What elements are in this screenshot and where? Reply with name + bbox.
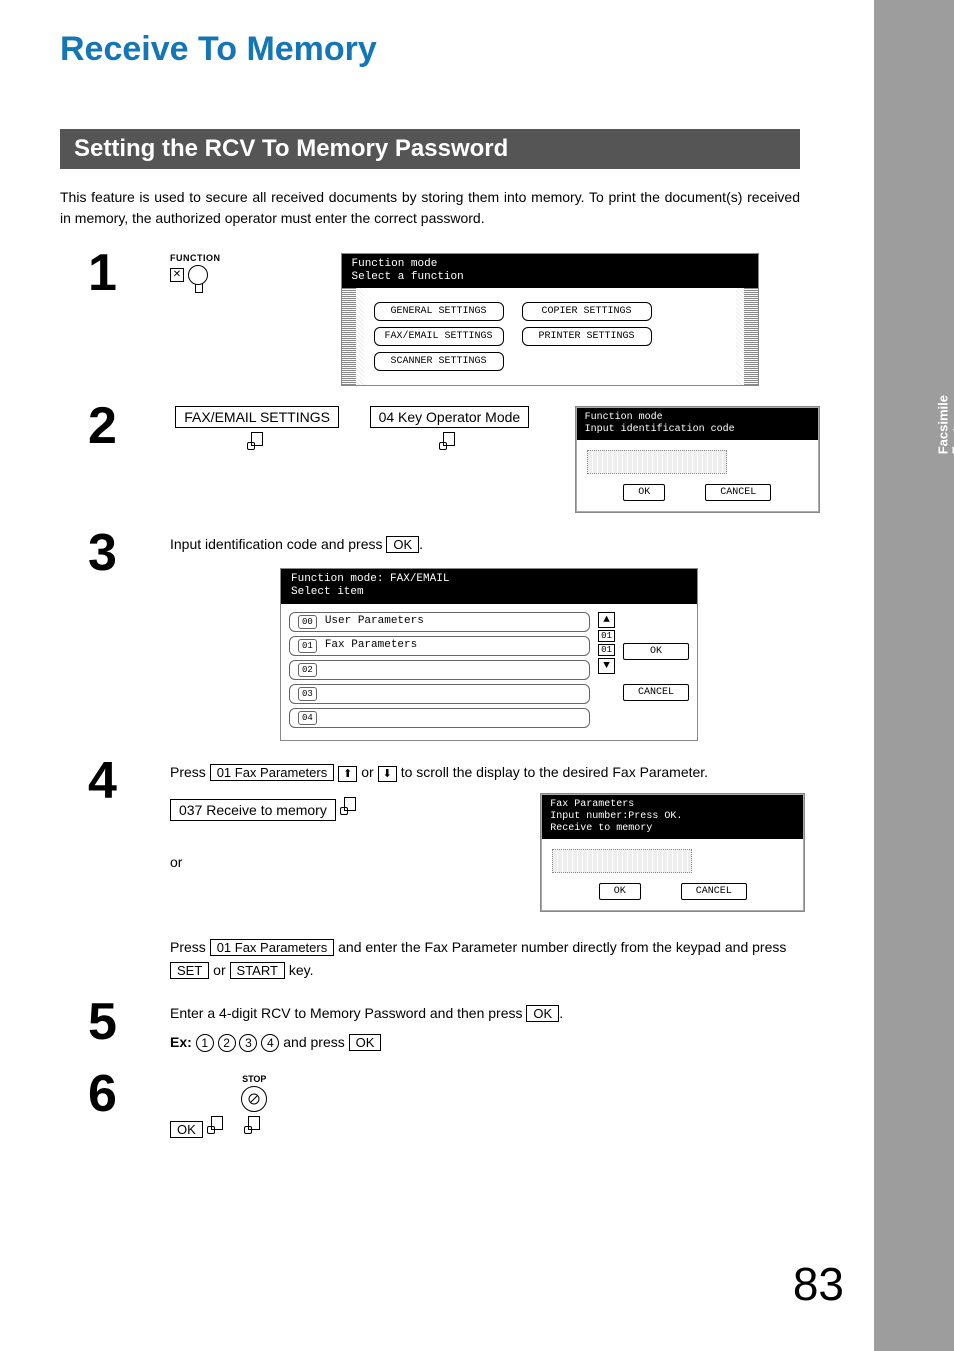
step5-and-press: and press (283, 1034, 348, 1050)
key-operator-mode-softkey[interactable]: 04 Key Operator Mode (370, 406, 530, 428)
scanner-settings-button[interactable]: SCANNER SETTINGS (374, 352, 504, 371)
step5-dot: . (559, 1005, 563, 1021)
set-inline: SET (170, 962, 209, 979)
ok-key[interactable]: OK (170, 1121, 203, 1138)
step-number-4: 4 (88, 751, 117, 811)
step3-text-after: . (419, 536, 423, 552)
step4-key-txt: key. (285, 962, 314, 978)
up-arrow-icon: ⬆ (338, 766, 357, 782)
step3-text-before: Input identification code and press (170, 536, 386, 552)
item-label: User Parameters (325, 615, 424, 629)
dlg2-title2: Input identification code (585, 424, 810, 436)
lcd-screen-3: Function mode: FAX/EMAIL Select item 00 U… (280, 568, 698, 740)
ex-label: Ex: (170, 1034, 192, 1050)
function-key-label: FUNCTION (170, 253, 221, 263)
receive-to-memory-softkey[interactable]: 037 Receive to memory (170, 799, 336, 821)
cancel-button[interactable]: CANCEL (705, 484, 771, 501)
down-arrow-icon: ⬇ (378, 766, 397, 782)
lcd-screen-1: Function mode Select a function GENERAL … (341, 253, 759, 386)
ok-button[interactable]: OK (623, 484, 665, 501)
digit-1: 1 (196, 1034, 214, 1052)
lcd3-title1: Function mode: FAX/EMAIL (291, 573, 687, 586)
item-num: 00 (298, 615, 317, 629)
lcd3-title2: Select item (291, 586, 687, 599)
item-num: 04 (298, 711, 317, 725)
start-inline: START (230, 962, 285, 979)
ok-inline2: OK (349, 1034, 382, 1051)
step4-or-sep: or (361, 764, 377, 780)
step4-or2: or (209, 962, 229, 978)
step5-line: Enter a 4-digit RCV to Memory Password a… (170, 1005, 526, 1021)
item-num: 02 (298, 663, 317, 677)
stop-label: STOP (241, 1074, 267, 1084)
digit-2: 2 (218, 1034, 236, 1052)
fax-email-settings-button[interactable]: FAX/EMAIL SETTINGS (374, 327, 504, 346)
item-num: 01 (298, 639, 317, 653)
cancel-button[interactable]: CANCEL (623, 684, 689, 701)
dlg4-title2: Input number:Press OK. (550, 811, 795, 823)
step-number-5: 5 (88, 992, 117, 1052)
id-code-input[interactable] (587, 450, 727, 474)
digit-4: 4 (261, 1034, 279, 1052)
fax-params-inline2: 01 Fax Parameters (210, 939, 335, 956)
step-number-3: 3 (88, 523, 117, 583)
general-settings-button[interactable]: GENERAL SETTINGS (374, 302, 504, 321)
scroll-up-button[interactable]: ▲ (598, 612, 615, 628)
digit-3: 3 (239, 1034, 257, 1052)
step4-alt-press: Press (170, 939, 210, 955)
ok-inline-box: OK (386, 536, 419, 553)
lcd-right-pattern (744, 288, 758, 385)
list-item[interactable]: 03 (289, 684, 590, 704)
step-number-2: 2 (88, 396, 117, 456)
tap-icon (244, 1116, 264, 1134)
item-label: Fax Parameters (325, 639, 417, 653)
step4-or: or (170, 851, 360, 873)
tap-icon (247, 432, 267, 450)
tap-icon (207, 1116, 227, 1134)
dlg4-title3: Receive to memory (550, 823, 795, 835)
ok-button[interactable]: OK (623, 643, 689, 660)
lcd1-title2: Select a function (352, 271, 748, 284)
list-item[interactable]: 01 Fax Parameters (289, 636, 590, 656)
dlg4-title1: Fax Parameters (550, 799, 795, 811)
page-title: Receive To Memory (60, 30, 820, 69)
scroll-down-button[interactable]: ▼ (598, 658, 615, 674)
step-number-1: 1 (88, 243, 117, 303)
ok-button[interactable]: OK (599, 883, 641, 900)
fax-params-dialog: Fax Parameters Input number:Press OK. Re… (540, 793, 805, 912)
dlg2-title1: Function mode (585, 412, 810, 424)
stop-icon (248, 1093, 260, 1105)
intro-text: This feature is used to secure all recei… (60, 187, 800, 229)
scroll-pos-top: 01 (598, 630, 615, 642)
list-item[interactable]: 04 (289, 708, 590, 728)
section-header: Setting the RCV To Memory Password (60, 129, 800, 169)
stop-key[interactable] (241, 1086, 267, 1112)
cancel-button[interactable]: CANCEL (681, 883, 747, 900)
lcd1-title1: Function mode (352, 258, 748, 271)
function-key[interactable]: FUNCTION ✕ (170, 253, 221, 285)
fax-number-input[interactable] (552, 849, 692, 873)
list-item[interactable]: 00 User Parameters (289, 612, 590, 632)
step4-press: Press (170, 764, 210, 780)
copier-settings-button[interactable]: COPIER SETTINGS (522, 302, 652, 321)
step4-scroll-text: to scroll the display to the desired Fax… (401, 764, 708, 780)
fax-email-settings-softkey[interactable]: FAX/EMAIL SETTINGS (175, 406, 339, 428)
tap-icon (340, 797, 360, 815)
step4-alt-mid: and enter the Fax Parameter number direc… (334, 939, 786, 955)
cancel-icon: ✕ (170, 268, 184, 282)
printer-settings-button[interactable]: PRINTER SETTINGS (522, 327, 652, 346)
side-band (874, 0, 954, 1351)
step-number-6: 6 (88, 1064, 117, 1124)
tap-icon (439, 432, 459, 450)
page-number: 83 (793, 1257, 844, 1311)
ok-inline: OK (526, 1005, 559, 1022)
fax-params-inline: 01 Fax Parameters (210, 764, 335, 781)
scroll-pos-bot: 01 (598, 644, 615, 656)
item-num: 03 (298, 687, 317, 701)
function-round-icon (188, 265, 208, 285)
list-item[interactable]: 02 (289, 660, 590, 680)
lcd-left-pattern (342, 288, 356, 385)
id-code-dialog: Function mode Input identification code … (575, 406, 820, 513)
side-tab-label: Facsimile Features (936, 395, 954, 454)
